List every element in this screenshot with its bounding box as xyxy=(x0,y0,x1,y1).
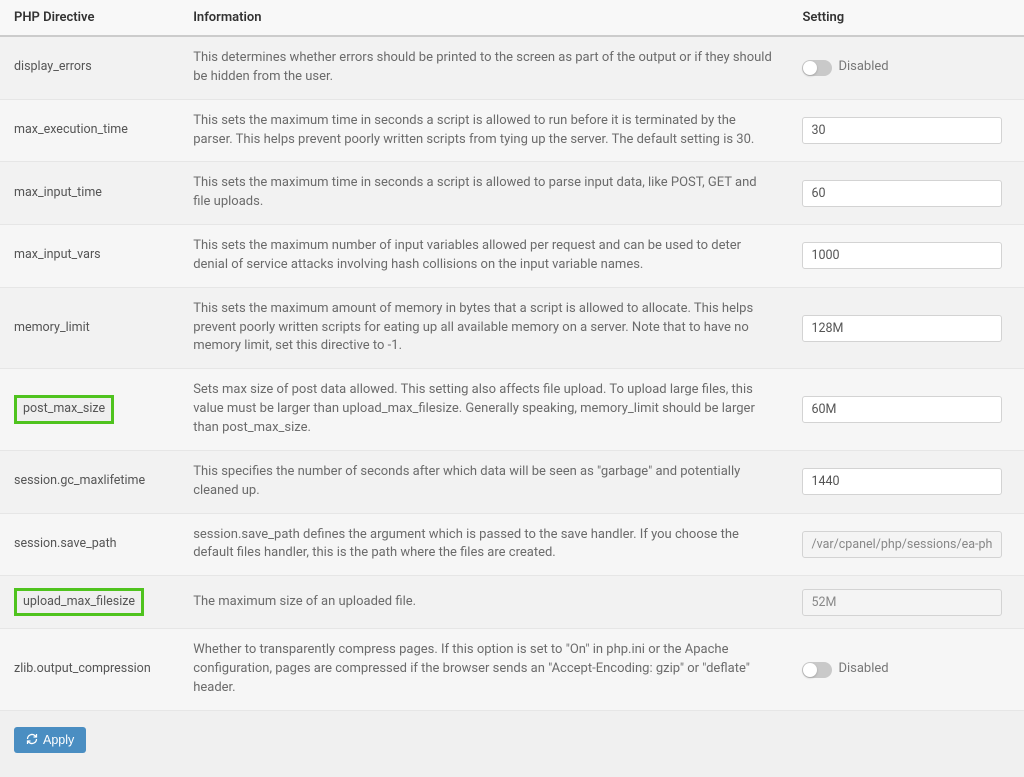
setting-input[interactable] xyxy=(802,531,1002,558)
refresh-icon xyxy=(26,733,38,747)
toggle-track[interactable] xyxy=(802,662,832,678)
directive-info: This sets the maximum amount of memory i… xyxy=(179,287,788,369)
table-row: max_input_time This sets the maximum time… xyxy=(0,162,1024,225)
directive-name: session.save_path xyxy=(14,536,117,551)
header-directive: PHP Directive xyxy=(0,0,179,36)
directive-info: session.save_path defines the argument w… xyxy=(179,513,788,576)
header-information: Information xyxy=(179,0,788,36)
directive-info: Whether to transparently compress pages.… xyxy=(179,629,788,711)
toggle-track[interactable] xyxy=(802,60,832,76)
toggle-label: Disabled xyxy=(838,660,888,679)
setting-input[interactable] xyxy=(802,242,1002,269)
table-row: session.save_path session.save_path defin… xyxy=(0,513,1024,576)
directive-info: This sets the maximum time in seconds a … xyxy=(179,162,788,225)
toggle-switch[interactable]: Disabled xyxy=(802,660,1010,679)
directive-info: The maximum size of an uploaded file. xyxy=(179,576,788,629)
setting-input[interactable] xyxy=(802,117,1002,144)
directive-info: This sets the maximum number of input va… xyxy=(179,225,788,288)
setting-input[interactable] xyxy=(802,315,1002,342)
apply-button-label: Apply xyxy=(43,733,74,747)
directive-info: This specifies the number of seconds aft… xyxy=(179,450,788,513)
apply-button[interactable]: Apply xyxy=(14,727,86,753)
directive-name: max_input_time xyxy=(14,185,102,200)
directive-name: session.gc_maxlifetime xyxy=(14,473,145,488)
directive-name: post_max_size xyxy=(14,395,114,423)
header-setting: Setting xyxy=(788,0,1024,36)
directive-info: Sets max size of post data allowed. This… xyxy=(179,369,788,451)
toggle-switch[interactable]: Disabled xyxy=(802,58,1010,77)
directive-name: display_errors xyxy=(14,59,92,74)
setting-input[interactable] xyxy=(802,468,1002,495)
directive-name: memory_limit xyxy=(14,320,90,335)
setting-input[interactable] xyxy=(802,396,1002,423)
directive-info: This determines whether errors should be… xyxy=(179,36,788,99)
setting-input[interactable] xyxy=(802,180,1002,207)
directive-name: zlib.output_compression xyxy=(14,661,151,676)
directive-name: max_input_vars xyxy=(14,247,101,262)
toggle-label: Disabled xyxy=(838,58,888,77)
setting-input[interactable] xyxy=(802,589,1002,616)
directive-name: max_execution_time xyxy=(14,122,128,137)
table-row: post_max_size Sets max size of post data … xyxy=(0,369,1024,451)
table-row: display_errors This determines whether er… xyxy=(0,36,1024,99)
table-row: upload_max_filesize The maximum size of a… xyxy=(0,576,1024,629)
table-row: zlib.output_compression Whether to transp… xyxy=(0,629,1024,711)
table-row: memory_limit This sets the maximum amount… xyxy=(0,287,1024,369)
directive-name: upload_max_filesize xyxy=(14,588,144,616)
php-directives-table: PHP Directive Information Setting displa… xyxy=(0,0,1024,711)
directive-info: This sets the maximum time in seconds a … xyxy=(179,99,788,162)
table-row: max_execution_time This sets the maximum … xyxy=(0,99,1024,162)
table-row: max_input_vars This sets the maximum numb… xyxy=(0,225,1024,288)
table-row: session.gc_maxlifetime This specifies the… xyxy=(0,450,1024,513)
